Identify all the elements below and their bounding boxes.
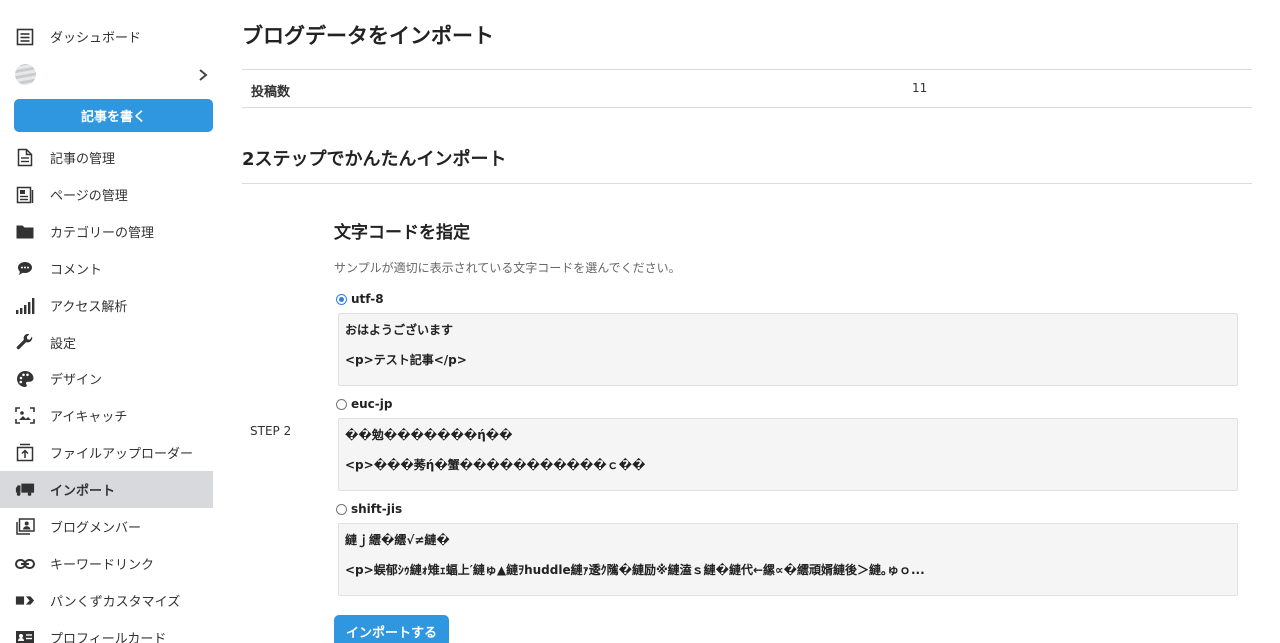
encoding-radio-label[interactable]: shift-jis: [336, 501, 402, 517]
sidebar-item-label: コメント: [50, 263, 103, 278]
post-count-label: 投稿数: [251, 85, 291, 100]
sidebar-item-profile-card[interactable]: プロフィールカード: [0, 619, 213, 643]
encoding-sample: ��勉�������ή�� <p>���莠ή�蟹�����������ｃ��: [338, 418, 1238, 491]
step-title: 文字コードを指定: [334, 223, 470, 243]
sidebar-item-import[interactable]: インポート: [0, 471, 213, 508]
palette-icon: [15, 369, 35, 389]
wrench-icon: [15, 333, 35, 353]
divider: [242, 183, 1252, 184]
main-content: ブログデータをインポート 投稿数 11 2ステップでかんたんインポート STEP…: [242, 0, 1252, 643]
dashboard-icon: [15, 27, 35, 47]
sidebar-item-label: 設定: [50, 337, 77, 352]
sample-line-1: おはようございます: [345, 323, 454, 337]
sidebar-item-label: キーワードリンク: [50, 558, 155, 573]
sidebar-item-label: ブログメンバー: [50, 521, 142, 536]
sidebar-item-pages[interactable]: ページの管理: [0, 176, 213, 213]
sidebar-item-label: カテゴリーの管理: [50, 226, 155, 241]
sidebar-item-label: パンくずカスタマイズ: [50, 595, 181, 610]
encoding-radio-label[interactable]: utf-8: [336, 291, 384, 307]
radio-shift-jis[interactable]: [336, 503, 347, 515]
sidebar-item-label: ページの管理: [50, 189, 128, 204]
upload-icon: [15, 443, 35, 463]
sidebar-item-label: アイキャッチ: [50, 410, 128, 425]
radio-utf8[interactable]: [336, 293, 347, 305]
sidebar-item-file-uploader[interactable]: ファイルアップローダー: [0, 434, 213, 471]
blog-avatar: [15, 64, 36, 85]
sidebar-item-label: 記事の管理: [50, 152, 116, 167]
sample-line-2: <p>���莠ή�蟹�����������ｃ��: [345, 458, 646, 472]
radio-euc-jp[interactable]: [336, 398, 347, 410]
breadcrumb-icon: [15, 591, 35, 611]
sidebar-item-breadcrumb[interactable]: パンくずカスタマイズ: [0, 582, 213, 619]
chevron-right-icon: [198, 68, 208, 82]
sidebar-item-label: プロフィールカード: [50, 632, 167, 643]
sample-line-2: <p>テスト記事</p>: [345, 353, 467, 367]
truck-icon: [15, 480, 35, 500]
encoding-name: utf-8: [351, 292, 384, 306]
member-card-icon: [15, 517, 35, 537]
sidebar-item-analytics[interactable]: アクセス解析: [0, 287, 213, 324]
sidebar-item-label: デザイン: [50, 373, 103, 388]
pages-icon: [15, 185, 35, 205]
sidebar-item-settings[interactable]: 設定: [0, 324, 213, 361]
sidebar-item-label: ファイルアップローダー: [50, 447, 194, 462]
sidebar-item-keyword-link[interactable]: キーワードリンク: [0, 545, 213, 582]
write-article-button[interactable]: 記事を書く: [14, 99, 213, 132]
sample-line-1: ��勉�������ή��: [345, 428, 513, 442]
post-count-value: 11: [912, 81, 928, 95]
sidebar-item-comments[interactable]: コメント: [0, 250, 213, 287]
sidebar-item-articles[interactable]: 記事の管理: [0, 139, 213, 176]
bar-chart-icon: [15, 296, 35, 316]
sidebar-item-design[interactable]: デザイン: [0, 360, 213, 397]
sidebar-item-label: アクセス解析: [50, 300, 128, 315]
sidebar-item-eyecatch[interactable]: アイキャッチ: [0, 397, 213, 434]
sidebar-item-dashboard[interactable]: ダッシュボード: [0, 18, 213, 55]
sidebar-item-label: ダッシュボード: [50, 31, 142, 46]
step-description: サンプルが適切に表示されている文字コードを選んでください。: [334, 261, 681, 275]
link-icon: [15, 554, 35, 574]
encoding-sample: 縺ｊ繧�繧√≠縺� <p>蜈郁ｼｩ縺ｫ雉ｪ蝠上′縺ゅ▲縺ｦhuddle縺ｧ逶ｸ隲…: [338, 523, 1238, 596]
image-frame-icon: [15, 406, 35, 426]
divider: [242, 107, 1252, 108]
section-title: 2ステップでかんたんインポート: [242, 149, 507, 170]
import-button[interactable]: インポートする: [334, 615, 449, 643]
sidebar-item-categories[interactable]: カテゴリーの管理: [0, 213, 213, 250]
sidebar-item-label: インポート: [50, 484, 116, 499]
page-title: ブログデータをインポート: [242, 24, 494, 48]
folder-icon: [15, 222, 35, 242]
sample-line-2: <p>蜈郁ｼｩ縺ｫ雉ｪ蝠上′縺ゅ▲縺ｦhuddle縺ｧ逶ｸ隲�縺励※縺溘ｓ縺�縺…: [345, 563, 925, 577]
blog-switcher[interactable]: [0, 58, 213, 92]
encoding-name: shift-jis: [351, 502, 403, 516]
comment-icon: [15, 259, 35, 279]
profile-card-icon: [15, 628, 35, 643]
sidebar-item-members[interactable]: ブログメンバー: [0, 508, 213, 545]
divider: [242, 69, 1252, 70]
encoding-radio-label[interactable]: euc-jp: [336, 396, 392, 412]
step-label: STEP 2: [250, 424, 292, 438]
document-icon: [15, 148, 35, 168]
sidebar: ダッシュボード 記事を書く 記事の管理 ページの管理 カテゴリーの管理 コメント: [0, 0, 213, 643]
encoding-name: euc-jp: [351, 397, 393, 411]
sample-line-1: 縺ｊ繧�繧√≠縺�: [345, 533, 450, 547]
encoding-sample: おはようございます <p>テスト記事</p>: [338, 313, 1238, 386]
